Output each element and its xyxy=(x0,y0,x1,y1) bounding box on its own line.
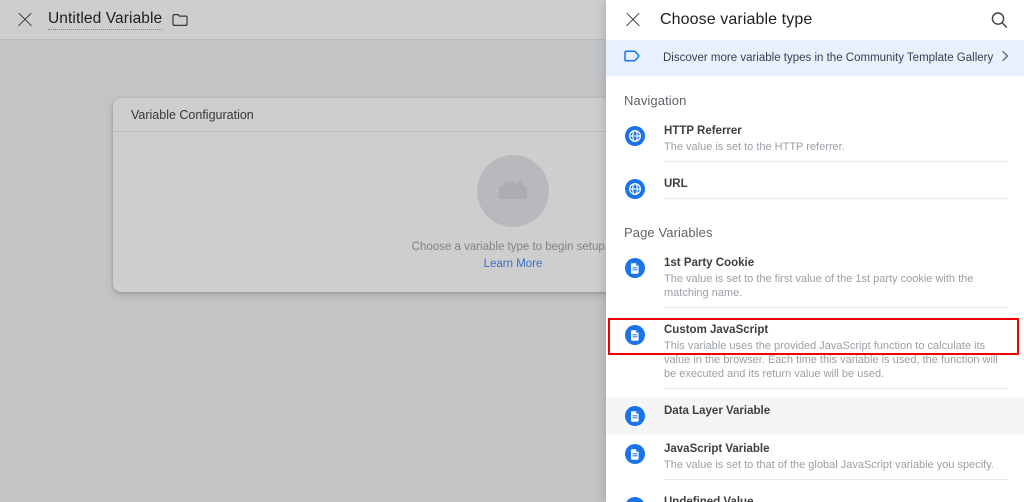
folder-icon[interactable] xyxy=(172,13,188,27)
option-name: Undefined Value xyxy=(664,496,754,502)
document-icon xyxy=(624,496,646,502)
tag-icon xyxy=(624,49,644,68)
option-texts: JavaScript Variable The value is set to t… xyxy=(664,442,1008,480)
option-name: URL xyxy=(664,178,688,190)
option-name: Data Layer Variable xyxy=(664,405,771,417)
document-icon xyxy=(624,443,646,465)
option-texts: Data Layer Variable xyxy=(664,404,1008,426)
document-icon xyxy=(624,324,646,346)
search-icon[interactable] xyxy=(988,9,1010,31)
option-texts: URL xyxy=(664,177,1008,199)
setup-hint: Choose a variable type to begin setup... xyxy=(411,240,615,253)
variable-type-option-undefined-value[interactable]: Undefined ValueContains the JavaScript '… xyxy=(606,488,1024,502)
close-icon[interactable] xyxy=(14,9,36,31)
section-title: Page Variables xyxy=(624,225,713,240)
option-name: 1st Party Cookie xyxy=(664,257,755,269)
community-gallery-label: Discover more variable types in the Comm… xyxy=(663,52,994,64)
option-texts: HTTP Referrer The value is set to the HTT… xyxy=(664,124,1008,162)
document-icon xyxy=(624,405,646,427)
variable-type-option-javascript-variable[interactable]: JavaScript Variable The value is set to t… xyxy=(606,435,1024,488)
variable-type-option-data-layer-variable[interactable]: Data Layer Variable xyxy=(606,397,1024,435)
close-icon[interactable] xyxy=(622,9,644,31)
option-name: JavaScript Variable xyxy=(664,443,770,455)
option-description: This variable uses the provided JavaScri… xyxy=(664,340,998,380)
option-texts: 1st Party Cookie The value is set to the … xyxy=(664,256,1008,308)
block-icon xyxy=(477,154,549,227)
variable-type-option-1st-party-cookie[interactable]: 1st Party Cookie The value is set to the … xyxy=(606,249,1024,316)
option-name: HTTP Referrer xyxy=(664,125,742,137)
screen: Untitled Variable Variable Configuration xyxy=(0,0,1024,502)
variable-name-field[interactable]: Untitled Variable xyxy=(48,10,163,30)
option-texts: Undefined ValueContains the JavaScript '… xyxy=(664,495,1008,502)
option-texts: Custom JavaScript This variable uses the … xyxy=(664,323,1008,389)
choose-variable-type-panel: Choose variable type Discover more varia… xyxy=(606,0,1024,502)
chevron-right-icon xyxy=(998,49,1012,68)
panel-header: Choose variable type xyxy=(606,0,1024,40)
section-title: Navigation xyxy=(624,93,687,108)
learn-more-link[interactable]: Learn More xyxy=(484,258,543,270)
option-description: The value is set to the HTTP referrer. xyxy=(664,141,845,153)
variable-type-list[interactable]: Navigation HTTP Referrer The value is set … xyxy=(606,76,1024,502)
panel-title: Choose variable type xyxy=(660,11,813,28)
document-icon xyxy=(624,257,646,279)
variable-type-option-custom-javascript[interactable]: Custom JavaScript This variable uses the … xyxy=(606,316,1024,397)
variable-type-option-http-referrer[interactable]: HTTP Referrer The value is set to the HTT… xyxy=(606,117,1024,170)
globe-icon xyxy=(624,125,646,147)
option-description: The value is set to that of the global J… xyxy=(664,459,994,471)
community-gallery-banner[interactable]: Discover more variable types in the Comm… xyxy=(606,40,1024,76)
option-description: The value is set to the first value of t… xyxy=(664,273,974,299)
option-name: Custom JavaScript xyxy=(664,324,769,336)
variable-type-option-url[interactable]: URL xyxy=(606,170,1024,208)
globe-icon xyxy=(624,178,646,200)
